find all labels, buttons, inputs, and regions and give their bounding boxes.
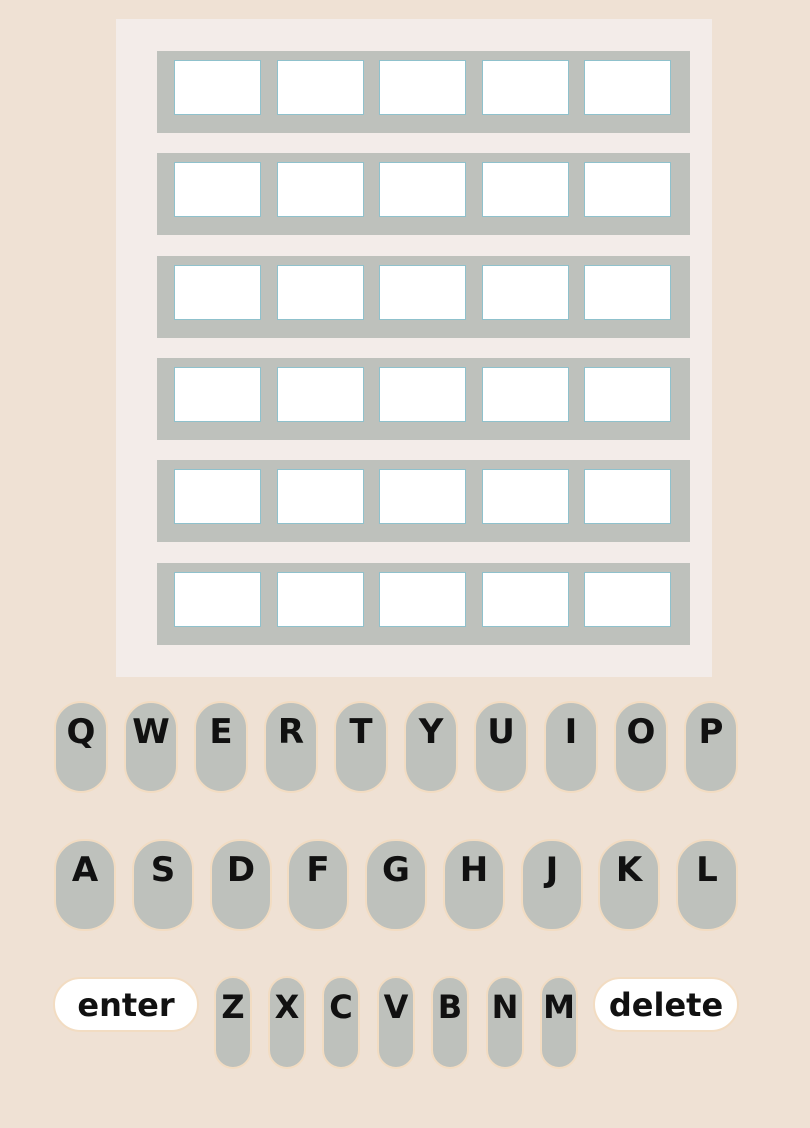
key-u[interactable]: U [474, 701, 528, 793]
letter-tile [277, 469, 364, 524]
guess-row [157, 563, 690, 645]
letter-tile [379, 162, 466, 217]
key-r[interactable]: R [264, 701, 318, 793]
key-e[interactable]: E [194, 701, 248, 793]
key-a[interactable]: A [54, 839, 116, 931]
key-q[interactable]: Q [54, 701, 108, 793]
key-c[interactable]: C [322, 976, 360, 1069]
letter-tile [379, 60, 466, 115]
letter-tile [482, 367, 569, 422]
key-b[interactable]: B [431, 976, 469, 1069]
key-t[interactable]: T [334, 701, 388, 793]
key-x[interactable]: X [268, 976, 306, 1069]
letter-tile [277, 265, 364, 320]
guess-row [157, 460, 690, 542]
key-z[interactable]: Z [214, 976, 252, 1069]
letter-tile [584, 367, 671, 422]
letter-tile [174, 572, 261, 627]
key-f[interactable]: F [287, 839, 349, 931]
key-p[interactable]: P [684, 701, 738, 793]
key-l[interactable]: L [676, 839, 738, 931]
letter-tile [379, 572, 466, 627]
letter-tile [174, 162, 261, 217]
key-v[interactable]: V [377, 976, 415, 1069]
letter-tile [584, 162, 671, 217]
letter-tile [482, 469, 569, 524]
letter-tile [277, 367, 364, 422]
letter-tile [174, 265, 261, 320]
key-n[interactable]: N [486, 976, 524, 1069]
letter-tile [482, 265, 569, 320]
key-i[interactable]: I [544, 701, 598, 793]
key-j[interactable]: J [521, 839, 583, 931]
key-g[interactable]: G [365, 839, 427, 931]
letter-tile [482, 162, 569, 217]
letter-tile [482, 60, 569, 115]
key-d[interactable]: D [210, 839, 272, 931]
letter-tile [174, 367, 261, 422]
key-s[interactable]: S [132, 839, 194, 931]
key-y[interactable]: Y [404, 701, 458, 793]
key-h[interactable]: H [443, 839, 505, 931]
guess-row [157, 51, 690, 133]
key-o[interactable]: O [614, 701, 668, 793]
letter-tile [584, 572, 671, 627]
letter-tile [277, 572, 364, 627]
letter-tile [379, 265, 466, 320]
key-m[interactable]: M [540, 976, 578, 1069]
letter-tile [379, 469, 466, 524]
letter-tile [174, 469, 261, 524]
guess-row [157, 358, 690, 440]
letter-tile [584, 265, 671, 320]
key-k[interactable]: K [598, 839, 660, 931]
game-board [116, 19, 712, 677]
guess-row [157, 153, 690, 235]
enter-button[interactable]: enter [53, 977, 199, 1032]
letter-tile [174, 60, 261, 115]
letter-tile [277, 162, 364, 217]
letter-tile [584, 469, 671, 524]
delete-button[interactable]: delete [593, 977, 739, 1032]
letter-tile [379, 367, 466, 422]
letter-tile [277, 60, 364, 115]
letter-tile [482, 572, 569, 627]
letter-tile [584, 60, 671, 115]
guess-row [157, 256, 690, 338]
key-w[interactable]: W [124, 701, 178, 793]
